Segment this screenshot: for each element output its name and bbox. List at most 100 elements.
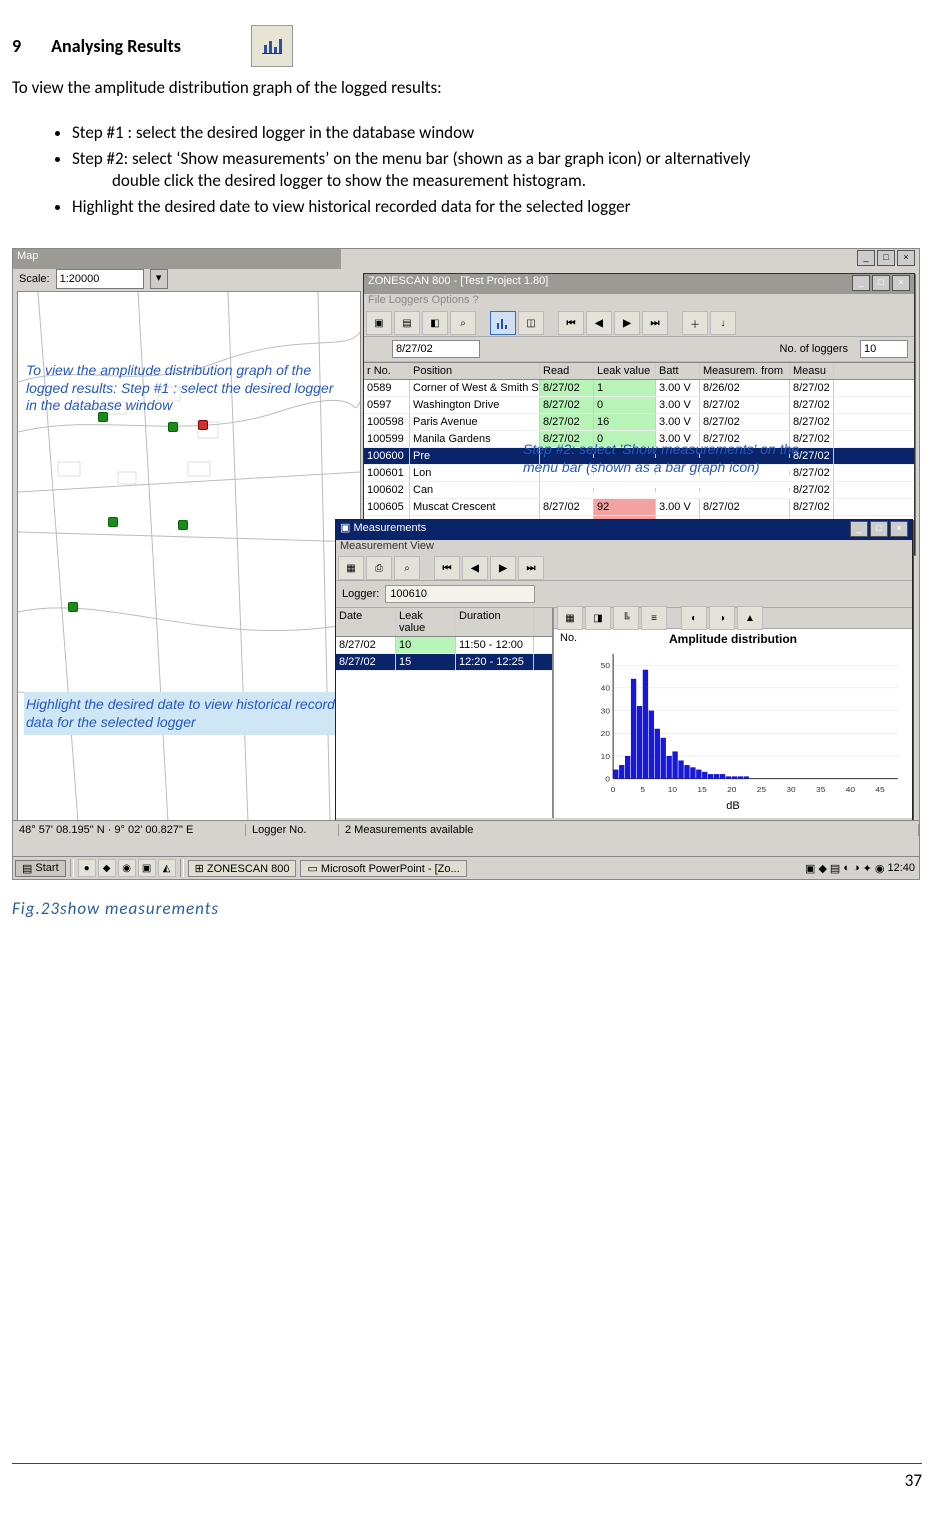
table-row[interactable]: 100602Can8/27/02 bbox=[364, 482, 914, 499]
svg-text:25: 25 bbox=[757, 786, 767, 795]
chart-toolbar[interactable]: ▦ ◨ ╚ ≡ ◐ ◑ ▲ bbox=[554, 608, 912, 629]
tray-icon[interactable]: ◑ bbox=[853, 862, 860, 874]
date-field[interactable]: 8/27/02 bbox=[392, 340, 480, 358]
taskbar: ▤ Start ● ◆ ◉ ▣ ◭ ⊞ ZONESCAN 800 ▭ Micro… bbox=[13, 856, 919, 879]
table-row[interactable]: 100598Paris Avenue8/27/02163.00 V8/27/02… bbox=[364, 414, 914, 431]
svg-text:45: 45 bbox=[875, 786, 885, 795]
steps-list: Step #1 : select the desired logger in t… bbox=[72, 122, 922, 218]
minimize-icon[interactable]: _ bbox=[850, 521, 868, 537]
logger-pin-icon[interactable] bbox=[108, 517, 118, 527]
status-bar: 48° 57' 08.195" N · 9° 02' 00.827" E Log… bbox=[13, 820, 919, 839]
measurement-list[interactable]: DateLeak valueDuration 8/27/021011:50 - … bbox=[336, 608, 553, 818]
logger-pin-icon[interactable] bbox=[68, 602, 78, 612]
taskbar-app[interactable]: ⊞ ZONESCAN 800 bbox=[188, 860, 297, 877]
table-row[interactable]: 0589Corner of West & Smith St.8/27/0213.… bbox=[364, 380, 914, 397]
tray-icon[interactable]: ◐ bbox=[843, 862, 850, 874]
amplitude-chart: 01020304050051015202530354045 bbox=[588, 650, 902, 794]
close-icon[interactable]: × bbox=[890, 521, 908, 537]
annotation-step2: Step #2: select 'Show measurements' on t… bbox=[523, 441, 823, 476]
db-menu-bar[interactable]: File Loggers Options ? bbox=[364, 294, 914, 310]
nav-last-icon[interactable]: ⏭ bbox=[642, 311, 668, 335]
coords-readout: 48° 57' 08.195" N · 9° 02' 00.827" E bbox=[13, 824, 246, 836]
section-title: Analysing Results bbox=[51, 35, 181, 57]
print-icon[interactable]: ⎙ bbox=[366, 556, 392, 580]
tray-icon[interactable]: ✦ bbox=[863, 862, 872, 875]
num-loggers-value: 10 bbox=[860, 340, 908, 358]
svg-text:30: 30 bbox=[786, 786, 796, 795]
database-window: ZONESCAN 800 - [Test Project 1.80] _ □ ×… bbox=[363, 273, 915, 555]
annotation-step1: To view the amplitude distribution graph… bbox=[26, 362, 348, 415]
scale-label: Scale: bbox=[19, 273, 50, 285]
toolbar-button[interactable]: ◫ bbox=[518, 311, 544, 335]
toolbar-button[interactable]: ▦ bbox=[338, 556, 364, 580]
chart-tool-icon[interactable]: ▲ bbox=[737, 606, 763, 630]
figure-caption: Fig.23show measurements bbox=[12, 898, 922, 919]
zoom-icon[interactable]: ⌕ bbox=[394, 556, 420, 580]
toolbar-button[interactable]: ＋ bbox=[682, 311, 708, 335]
map-panel[interactable]: To view the amplitude distribution graph… bbox=[17, 291, 361, 823]
clock: 12:40 bbox=[887, 862, 915, 874]
measurements-window: ▣ Measurements _ □ × Measurement View ▦ … bbox=[335, 519, 913, 821]
quicklaunch-icon[interactable]: ▣ bbox=[138, 859, 156, 877]
minimize-icon[interactable]: _ bbox=[852, 275, 870, 291]
toolbar-button[interactable]: ◧ bbox=[422, 311, 448, 335]
nav-prev-icon[interactable]: ◀ bbox=[462, 556, 488, 580]
nav-prev-icon[interactable]: ◀ bbox=[586, 311, 612, 335]
chart-panel: ▦ ◨ ╚ ≡ ◐ ◑ ▲ No. Amplitude distribution… bbox=[553, 608, 912, 818]
tray-icon[interactable]: ◆ bbox=[818, 862, 826, 875]
section-number: 9 bbox=[12, 35, 21, 57]
nav-last-icon[interactable]: ⏭ bbox=[518, 556, 544, 580]
show-measurements-button[interactable] bbox=[490, 311, 516, 335]
nav-next-icon[interactable]: ▶ bbox=[490, 556, 516, 580]
toolbar-button[interactable]: ⌕ bbox=[450, 311, 476, 335]
taskbar-app[interactable]: ▭ Microsoft PowerPoint - [Zo... bbox=[300, 860, 466, 877]
tray-icon[interactable]: ▤ bbox=[830, 862, 840, 875]
nav-first-icon[interactable]: ⏮ bbox=[434, 556, 460, 580]
logger-pin-icon[interactable] bbox=[168, 422, 178, 432]
toolbar-button[interactable]: ▤ bbox=[394, 311, 420, 335]
logger-pin-icon[interactable] bbox=[178, 520, 188, 530]
chart-type-icon[interactable]: ≡ bbox=[641, 606, 667, 630]
chart-type-icon[interactable]: ╚ bbox=[613, 606, 639, 630]
maximize-icon[interactable]: □ bbox=[877, 250, 895, 266]
logger-label: Logger: bbox=[342, 588, 379, 600]
logger-field[interactable]: 100610 bbox=[385, 585, 535, 603]
minimize-icon[interactable]: _ bbox=[857, 250, 875, 266]
nav-first-icon[interactable]: ⏮ bbox=[558, 311, 584, 335]
table-row[interactable]: 8/27/021512:20 - 12:25 bbox=[336, 654, 552, 671]
quicklaunch-icon[interactable]: ◆ bbox=[98, 859, 116, 877]
table-row[interactable]: 0597Washington Drive8/27/0203.00 V8/27/0… bbox=[364, 397, 914, 414]
tray-icon[interactable]: ◉ bbox=[875, 862, 885, 875]
maximize-icon[interactable]: □ bbox=[870, 521, 888, 537]
quicklaunch-icon[interactable]: ◉ bbox=[118, 859, 136, 877]
quicklaunch-icon[interactable]: ● bbox=[78, 859, 96, 877]
tray-icon[interactable]: ▣ bbox=[805, 862, 815, 875]
svg-text:30: 30 bbox=[601, 707, 611, 716]
scale-input[interactable]: 1:20000 bbox=[56, 269, 144, 289]
chart-tool-icon[interactable]: ◐ bbox=[681, 606, 707, 630]
toolbar-button[interactable]: ▣ bbox=[366, 311, 392, 335]
list-item: Highlight the desired date to view histo… bbox=[72, 196, 922, 218]
logger-pin-icon[interactable] bbox=[198, 420, 208, 430]
db-window-title: ZONESCAN 800 - [Test Project 1.80] bbox=[368, 275, 548, 293]
table-header: r No.PositionReadLeak valueBattMeasurem.… bbox=[364, 363, 914, 380]
table-row[interactable]: 8/27/021011:50 - 12:00 bbox=[336, 637, 552, 654]
toolbar-button[interactable]: ↓ bbox=[710, 311, 736, 335]
quicklaunch-icon[interactable]: ◭ bbox=[158, 859, 176, 877]
chart-tool-icon[interactable]: ◑ bbox=[709, 606, 735, 630]
db-toolbar: ▣ ▤ ◧ ⌕ ◫ ⏮ ◀ ▶ ⏭ ＋ ↓ bbox=[364, 310, 914, 337]
svg-text:20: 20 bbox=[727, 786, 737, 795]
chevron-down-icon[interactable]: ▾ bbox=[150, 269, 168, 289]
maximize-icon[interactable]: □ bbox=[872, 275, 890, 291]
close-icon[interactable]: × bbox=[892, 275, 910, 291]
chart-type-icon[interactable]: ▦ bbox=[557, 606, 583, 630]
measurements-menu[interactable]: Measurement View bbox=[336, 540, 912, 556]
svg-text:0: 0 bbox=[605, 775, 610, 784]
table-row[interactable]: 100605Muscat Crescent8/27/02923.00 V8/27… bbox=[364, 499, 914, 516]
chart-type-icon[interactable]: ◨ bbox=[585, 606, 611, 630]
close-icon[interactable]: × bbox=[897, 250, 915, 266]
table-header: DateLeak valueDuration bbox=[336, 608, 552, 637]
start-button[interactable]: ▤ Start bbox=[15, 860, 66, 877]
nav-next-icon[interactable]: ▶ bbox=[614, 311, 640, 335]
svg-text:40: 40 bbox=[601, 684, 611, 693]
